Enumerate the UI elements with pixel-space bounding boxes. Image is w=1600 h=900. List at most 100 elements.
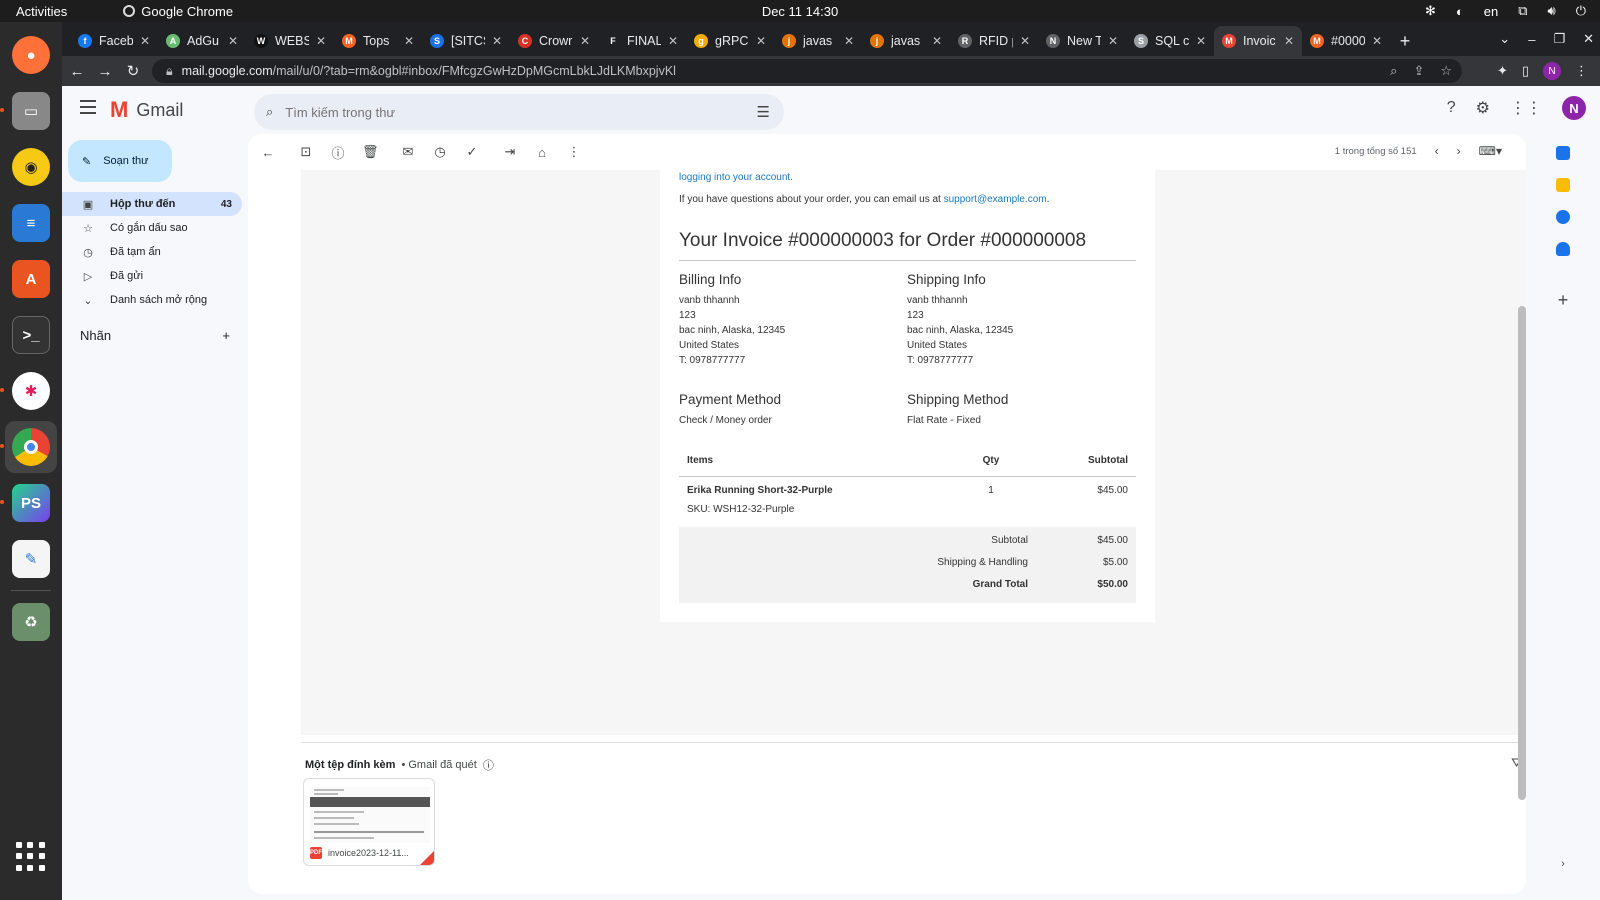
new-tab-button[interactable]: + — [1390, 26, 1420, 56]
close-tab-icon[interactable]: ✕ — [844, 34, 854, 48]
trash-icon[interactable]: ♻ — [12, 603, 50, 641]
close-tab-icon[interactable]: ✕ — [1284, 34, 1294, 48]
close-tab-icon[interactable]: ✕ — [316, 34, 326, 48]
night-light-icon[interactable]: ◐ — [1456, 4, 1464, 19]
search-input[interactable] — [285, 104, 726, 120]
power-icon[interactable]: ⏻ — [1576, 3, 1586, 19]
support-email-link[interactable]: support@example.com — [944, 194, 1047, 205]
activities-button[interactable]: Activities — [0, 4, 83, 19]
get-addons-icon[interactable]: + — [1558, 290, 1569, 311]
clock[interactable]: Dec 11 14:30 — [0, 4, 1600, 19]
tab[interactable]: M #0000 ✕ — [1302, 26, 1390, 56]
minimize-icon[interactable]: – — [1528, 32, 1535, 47]
sidebar-item-starred[interactable]: ☆ Có gắn dấu sao — [62, 216, 242, 240]
show-side-panel-icon[interactable]: › — [1561, 858, 1565, 870]
tab[interactable]: S SQL c ✕ — [1126, 26, 1214, 56]
phpstorm-icon[interactable]: PS — [0, 484, 50, 522]
show-applications-icon[interactable] — [16, 842, 46, 872]
slack-tray-icon[interactable]: ✻ — [1425, 3, 1436, 19]
sidebar-item-snoozed[interactable]: ◷ Đã tạm ẩn — [62, 240, 242, 264]
snooze-icon[interactable]: ◷ — [432, 144, 448, 160]
archive-icon[interactable]: ⊡ — [298, 144, 314, 160]
share-icon[interactable]: ⇪ — [1413, 63, 1424, 79]
chrome-dock-item[interactable] — [0, 421, 57, 473]
forward-icon[interactable]: → — [92, 58, 118, 84]
move-to-icon[interactable]: ⇥ — [502, 144, 518, 160]
newer-icon[interactable]: ‹ — [1435, 144, 1439, 158]
older-icon[interactable]: › — [1457, 144, 1461, 158]
settings-gear-icon[interactable]: ⚙ — [1476, 98, 1490, 118]
compose-button[interactable]: ✎ Soạn thư — [68, 140, 172, 182]
rhythmbox-icon[interactable]: ◉ — [12, 148, 50, 186]
input-language[interactable]: en — [1484, 4, 1498, 19]
close-tab-icon[interactable]: ✕ — [1020, 34, 1030, 48]
volume-icon[interactable]: 🔊︎ — [1548, 3, 1556, 19]
writer-icon[interactable]: ≡ — [12, 204, 50, 242]
close-tab-icon[interactable]: ✕ — [228, 34, 238, 48]
reload-icon[interactable]: ↻ — [120, 58, 146, 84]
input-tools-icon[interactable]: ⌨▾ — [1479, 144, 1502, 158]
tasks-icon[interactable] — [1556, 210, 1570, 224]
sidebar-item-inbox[interactable]: ▣ Hộp thư đến 43 — [62, 192, 242, 216]
files-icon[interactable]: ▭ — [0, 92, 50, 130]
delete-icon[interactable]: 🗑︎ — [362, 144, 379, 160]
tab[interactable]: S [SITCS ✕ — [422, 26, 510, 56]
bookmark-star-icon[interactable]: ☆ — [1440, 63, 1452, 79]
add-task-icon[interactable]: ✓ — [464, 144, 480, 160]
contacts-icon[interactable] — [1556, 242, 1570, 256]
terminal-icon[interactable]: >_ — [12, 316, 50, 354]
tab[interactable]: g gRPC ✕ — [686, 26, 774, 56]
close-tab-icon[interactable]: ✕ — [1372, 34, 1382, 48]
slack-icon[interactable]: ✱ — [0, 372, 50, 410]
chrome-menu-icon[interactable]: ⋮ — [1575, 63, 1588, 79]
close-tab-icon[interactable]: ✕ — [492, 34, 502, 48]
tab[interactable]: N New T ✕ — [1038, 26, 1126, 56]
close-tab-icon[interactable]: ✕ — [1196, 34, 1206, 48]
sidebar-item-more[interactable]: ⌄ Danh sách mở rộng — [62, 288, 242, 312]
profile-avatar[interactable]: N — [1543, 62, 1561, 80]
tab[interactable]: C Crowr ✕ — [510, 26, 598, 56]
lock-icon[interactable]: 🔒︎ — [166, 64, 173, 79]
tab[interactable]: A AdGu ✕ — [158, 26, 246, 56]
tab-active[interactable]: M Invoic ✕ — [1214, 26, 1302, 56]
tab[interactable]: F FINAL ✕ — [598, 26, 686, 56]
zoom-icon[interactable]: ⌕ — [1390, 63, 1397, 79]
tab[interactable]: j javas ✕ — [862, 26, 950, 56]
close-window-icon[interactable]: ✕ — [1583, 31, 1594, 47]
info-icon[interactable]: ⓘ — [483, 757, 494, 773]
label-icon[interactable]: ⌂ — [534, 145, 550, 160]
add-label-icon[interactable]: + — [222, 328, 230, 343]
firefox-icon[interactable]: ● — [12, 36, 50, 74]
active-app-menu[interactable]: Google Chrome — [123, 4, 233, 19]
page-scrollbar[interactable] — [1518, 306, 1526, 800]
tab[interactable]: j javas ✕ — [774, 26, 862, 56]
search-options-icon[interactable]: ☰ — [757, 103, 770, 121]
mark-unread-icon[interactable]: ✉ — [400, 144, 416, 160]
tab-search-icon[interactable]: ⌄ — [1499, 31, 1510, 47]
close-tab-icon[interactable]: ✕ — [140, 34, 150, 48]
extensions-icon[interactable]: ✦ — [1497, 63, 1508, 79]
side-panel-icon[interactable]: ▯ — [1522, 63, 1529, 79]
software-center-icon[interactable]: A — [12, 260, 50, 298]
close-tab-icon[interactable]: ✕ — [932, 34, 942, 48]
close-tab-icon[interactable]: ✕ — [404, 34, 414, 48]
back-icon[interactable]: ← — [64, 58, 90, 84]
system-tray[interactable]: ✻ ◐ en ⧉ 🔊︎ ⏻ — [1425, 0, 1586, 22]
close-tab-icon[interactable]: ✕ — [580, 34, 590, 48]
keep-icon[interactable] — [1556, 178, 1570, 192]
login-link[interactable]: logging into your account. — [679, 172, 793, 183]
maximize-icon[interactable]: ❐ — [1553, 31, 1565, 47]
help-icon[interactable]: ? — [1447, 99, 1456, 117]
network-icon[interactable]: ⧉ — [1518, 3, 1527, 19]
gmail-logo[interactable]: M Gmail — [110, 97, 183, 123]
more-options-icon[interactable]: ⋮ — [566, 144, 582, 160]
tab[interactable]: R RFID p ✕ — [950, 26, 1038, 56]
tab[interactable]: f Faceb ✕ — [70, 26, 158, 56]
apps-grid-icon[interactable]: ⋮⋮ — [1510, 98, 1542, 118]
report-spam-icon[interactable]: ⓘ — [330, 143, 346, 162]
back-to-inbox-icon[interactable]: ← — [260, 145, 276, 160]
attachment-thumbnail[interactable]: PDF invoice2023-12-11... — [303, 778, 435, 866]
account-avatar[interactable]: N — [1562, 96, 1586, 120]
close-tab-icon[interactable]: ✕ — [1108, 34, 1118, 48]
close-tab-icon[interactable]: ✕ — [668, 34, 678, 48]
